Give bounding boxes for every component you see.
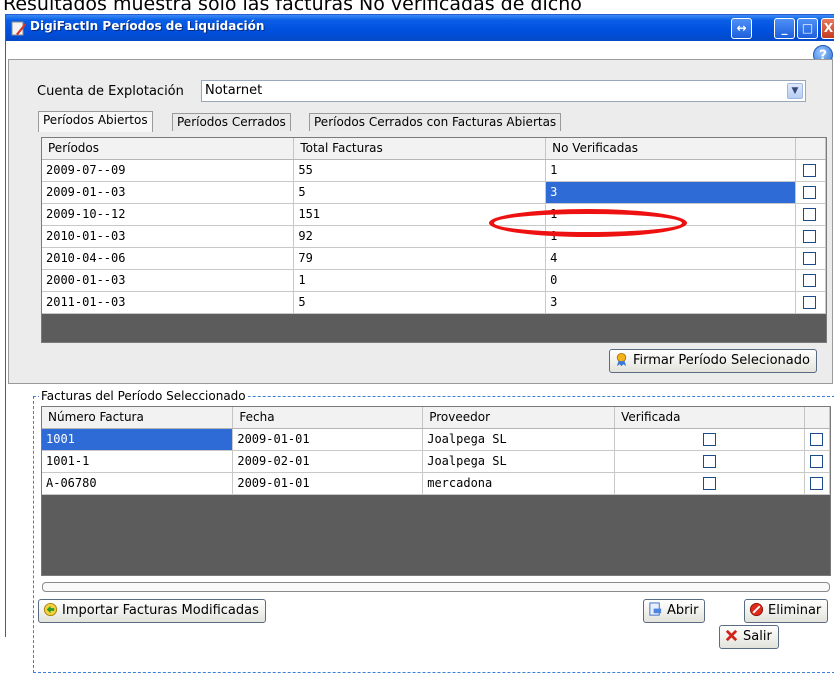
unverified-cell[interactable]: 4 bbox=[545, 247, 796, 270]
certificate-icon bbox=[616, 352, 627, 367]
table-row[interactable]: 2010-04--06 79 4 bbox=[42, 247, 827, 270]
row-checkbox[interactable] bbox=[803, 208, 817, 221]
column-header-invoice-number[interactable]: Número Factura bbox=[42, 407, 234, 429]
column-header-unverified[interactable]: No Verificadas bbox=[545, 138, 796, 160]
table-row[interactable]: 2011-01--03 5 3 bbox=[42, 291, 827, 314]
table-header-row: Número Factura Fecha Proveedor Verificad… bbox=[42, 407, 831, 429]
close-icon bbox=[725, 629, 738, 642]
unverified-cell-selected[interactable]: 3 bbox=[545, 181, 796, 204]
total-cell[interactable]: 1 bbox=[293, 269, 547, 292]
delete-button[interactable]: Eliminar bbox=[744, 599, 829, 623]
verified-checkbox[interactable] bbox=[702, 477, 716, 490]
import-invoices-button[interactable]: Importar Facturas Modificadas bbox=[38, 599, 266, 623]
sign-period-button[interactable]: Firmar Período Selecionado bbox=[609, 349, 817, 373]
row-checkbox[interactable] bbox=[803, 186, 817, 199]
period-cell[interactable]: 2010-04--06 bbox=[42, 247, 295, 270]
row-checkbox[interactable] bbox=[803, 296, 817, 309]
table-row[interactable]: 2009-10--12 151 1 bbox=[42, 203, 827, 226]
row-checkbox[interactable] bbox=[803, 274, 817, 287]
period-cell[interactable]: 2000-01--03 bbox=[42, 269, 295, 292]
table-row[interactable]: 2010-01--03 92 1 bbox=[42, 225, 827, 248]
period-cell[interactable]: 2009-07--09 bbox=[42, 159, 295, 182]
stop-icon bbox=[749, 602, 764, 617]
window-content: ? Cuenta de Explotación Notarnet ▼ Perío… bbox=[6, 41, 834, 673]
column-header-select[interactable] bbox=[795, 138, 827, 160]
row-checkbox[interactable] bbox=[809, 455, 823, 468]
main-window: DigiFactIn Períodos de Liquidación ↔ _ □… bbox=[5, 14, 834, 673]
maximize-button[interactable]: □ bbox=[797, 18, 818, 39]
total-cell[interactable]: 79 bbox=[293, 247, 547, 270]
import-invoices-label: Importar Facturas Modificadas bbox=[62, 603, 259, 618]
tab-closed-periods[interactable]: Períodos Cerrados bbox=[172, 113, 291, 131]
column-header-date[interactable]: Fecha bbox=[232, 407, 424, 429]
row-checkbox[interactable] bbox=[809, 433, 823, 446]
total-cell[interactable]: 55 bbox=[293, 159, 547, 182]
horizontal-scrollbar[interactable] bbox=[42, 582, 830, 592]
unverified-cell[interactable]: 1 bbox=[545, 159, 796, 182]
tab-closed-with-open-invoices[interactable]: Períodos Cerrados con Facturas Abiertas bbox=[309, 113, 562, 131]
app-icon bbox=[11, 21, 26, 36]
supplier-cell[interactable]: mercadona bbox=[422, 472, 616, 495]
delete-button-label: Eliminar bbox=[768, 603, 822, 618]
supplier-cell[interactable]: Joalpega SL bbox=[422, 450, 616, 473]
row-checkbox[interactable] bbox=[803, 230, 817, 243]
verified-checkbox[interactable] bbox=[702, 455, 716, 468]
account-label: Cuenta de Explotación bbox=[37, 84, 184, 99]
date-cell[interactable]: 2009-02-01 bbox=[232, 450, 424, 473]
account-value: Notarnet bbox=[205, 83, 263, 98]
unverified-cell[interactable]: 0 bbox=[545, 269, 796, 292]
column-header-total[interactable]: Total Facturas bbox=[293, 138, 547, 160]
open-document-icon bbox=[649, 602, 662, 616]
sign-period-label: Firmar Período Selecionado bbox=[633, 353, 810, 368]
date-cell[interactable]: 2009-01-01 bbox=[232, 428, 424, 451]
row-checkbox[interactable] bbox=[803, 164, 817, 177]
table-row[interactable]: 2000-01--03 1 0 bbox=[42, 269, 827, 292]
resize-button[interactable]: ↔ bbox=[731, 18, 752, 39]
import-icon bbox=[43, 602, 58, 617]
period-cell[interactable]: 2011-01--03 bbox=[42, 291, 295, 314]
invoice-number-cell[interactable]: 1001 bbox=[42, 428, 234, 451]
table-row-selected[interactable]: 1001 2009-01-01 Joalpega SL bbox=[42, 428, 831, 451]
chevron-down-icon[interactable]: ▼ bbox=[787, 83, 803, 99]
periods-table: Períodos Total Facturas No Verificadas 2… bbox=[41, 137, 827, 343]
period-cell[interactable]: 2010-01--03 bbox=[42, 225, 295, 248]
column-header-periods[interactable]: Períodos bbox=[42, 138, 295, 160]
table-row-selected[interactable]: 2009-01--03 5 3 bbox=[42, 181, 827, 204]
title-bar[interactable]: DigiFactIn Períodos de Liquidación ↔ _ □… bbox=[6, 15, 834, 41]
period-cell[interactable]: 2009-01--03 bbox=[42, 181, 295, 204]
table-row[interactable]: 2009-07--09 55 1 bbox=[42, 159, 827, 182]
window-title: DigiFactIn Períodos de Liquidación bbox=[30, 19, 265, 33]
account-select[interactable]: Notarnet ▼ bbox=[201, 80, 806, 102]
table-row[interactable]: A-06780 2009-01-01 mercadona bbox=[42, 472, 831, 495]
invoice-number-cell[interactable]: A-06780 bbox=[42, 472, 234, 495]
unverified-cell[interactable]: 3 bbox=[545, 291, 796, 314]
open-button-label: Abrir bbox=[667, 603, 699, 618]
column-header-select[interactable] bbox=[804, 407, 831, 429]
period-cell[interactable]: 2009-10--12 bbox=[42, 203, 295, 226]
invoices-legend: Facturas del Período Seleccionado bbox=[39, 389, 248, 403]
row-checkbox[interactable] bbox=[803, 252, 817, 265]
column-header-verified[interactable]: Verificada bbox=[614, 407, 805, 429]
verified-checkbox[interactable] bbox=[702, 433, 716, 446]
table-header-row: Períodos Total Facturas No Verificadas bbox=[42, 138, 827, 160]
row-checkbox[interactable] bbox=[809, 477, 823, 490]
minimize-button[interactable]: _ bbox=[774, 18, 795, 39]
close-button[interactable]: X bbox=[821, 18, 834, 39]
invoices-table: Número Factura Fecha Proveedor Verificad… bbox=[41, 406, 831, 576]
total-cell[interactable]: 5 bbox=[293, 291, 547, 314]
caption-text: Resultados muestra solo las facturas No … bbox=[3, 0, 582, 15]
exit-button[interactable]: Salir bbox=[719, 625, 779, 649]
total-cell[interactable]: 5 bbox=[293, 181, 547, 204]
invoice-number-cell[interactable]: 1001-1 bbox=[42, 450, 234, 473]
table-row[interactable]: 1001-1 2009-02-01 Joalpega SL bbox=[42, 450, 831, 473]
tab-open-periods[interactable]: Períodos Abiertos bbox=[38, 111, 153, 132]
column-header-supplier[interactable]: Proveedor bbox=[422, 407, 616, 429]
open-button[interactable]: Abrir bbox=[643, 599, 706, 623]
date-cell[interactable]: 2009-01-01 bbox=[232, 472, 424, 495]
supplier-cell[interactable]: Joalpega SL bbox=[422, 428, 616, 451]
annotation-highlight-ellipse bbox=[489, 209, 687, 237]
